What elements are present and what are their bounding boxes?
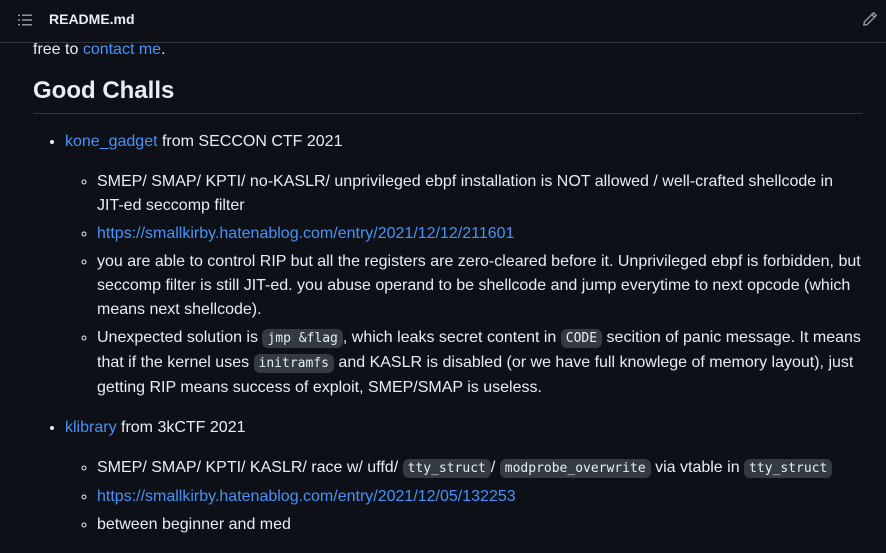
inline-code: CODE (560, 329, 603, 348)
file-name: README.md (49, 11, 135, 27)
inline-code: jmp &flag (262, 329, 343, 348)
list-item: between beginner and med (97, 513, 863, 537)
writeup-link[interactable]: https://smallkirby.hatenablog.com/entry/… (97, 225, 514, 242)
inline-code: tty_struct (402, 459, 491, 478)
section-heading: Good Challs (33, 76, 863, 114)
readme-content: free to contact me. Good Challs kone_gad… (33, 38, 863, 553)
notes-list: SMEP/ SMAP/ KPTI/ KASLR/ race w/ uffd/ t… (65, 456, 863, 537)
chall-link-klibrary[interactable]: klibrary (65, 419, 117, 436)
notes-list: SMEP/ SMAP/ KPTI/ no-KASLR/ unprivileged… (65, 170, 863, 400)
list-item: https://smallkirby.hatenablog.com/entry/… (97, 222, 863, 246)
writeup-link[interactable]: https://smallkirby.hatenablog.com/entry/… (97, 488, 516, 505)
list-item: SMEP/ SMAP/ KPTI/ no-KASLR/ unprivileged… (97, 170, 863, 218)
contact-me-link[interactable]: contact me (83, 41, 161, 58)
list-item: klibrary from 3kCTF 2021 SMEP/ SMAP/ KPT… (65, 416, 863, 537)
pencil-icon[interactable] (862, 11, 878, 27)
list-item: SMEP/ SMAP/ KPTI/ KASLR/ race w/ uffd/ t… (97, 456, 863, 481)
list-item: you are able to control RIP but all the … (97, 250, 863, 322)
inline-code: tty_struct (744, 459, 833, 478)
list-item: https://smallkirby.hatenablog.com/entry/… (97, 485, 863, 509)
inline-code: initramfs (253, 354, 334, 373)
chall-link-kone-gadget[interactable]: kone_gadget (65, 133, 158, 150)
list-unordered-icon[interactable] (17, 12, 33, 28)
list-item: Unexpected solution is jmp &flag, which … (97, 326, 863, 400)
list-item: kone_gadget from SECCON CTF 2021 SMEP/ S… (65, 130, 863, 400)
challs-list: kone_gadget from SECCON CTF 2021 SMEP/ S… (33, 130, 863, 537)
file-header: README.md (0, 0, 886, 43)
inline-code: modprobe_overwrite (499, 459, 651, 478)
